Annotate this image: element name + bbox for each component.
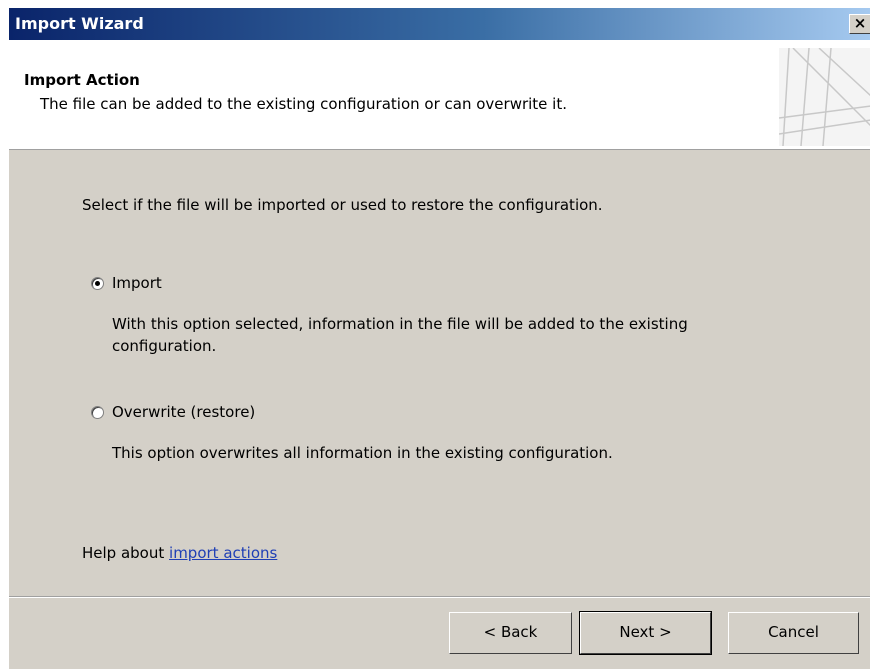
overwrite-option-label[interactable]: Overwrite (restore) — [112, 403, 255, 421]
page-subtitle: The file can be added to the existing co… — [40, 95, 567, 113]
help-prefix: Help about — [82, 544, 165, 562]
import-radio[interactable] — [91, 277, 104, 290]
radio-selected-dot — [95, 281, 100, 286]
instruction-text: Select if the file will be imported or u… — [82, 196, 603, 214]
next-button[interactable]: Next > — [579, 611, 712, 655]
import-actions-link[interactable]: import actions — [169, 544, 277, 562]
cancel-button[interactable]: Cancel — [728, 612, 859, 654]
import-wizard-window: Import Wizard × Import Action The file c… — [8, 8, 870, 669]
close-icon: × — [853, 14, 867, 32]
import-option-description-line1: With this option selected, information i… — [112, 315, 688, 333]
footer-divider-highlight — [9, 597, 870, 598]
window-title: Import Wizard — [15, 14, 144, 33]
back-button[interactable]: < Back — [449, 612, 572, 654]
title-bar[interactable]: Import Wizard × — [9, 8, 870, 40]
overwrite-option-description: This option overwrites all information i… — [112, 444, 613, 462]
import-option-label[interactable]: Import — [112, 274, 162, 292]
help-text: Help about import actions — [82, 544, 277, 562]
overwrite-radio[interactable] — [91, 406, 104, 419]
wizard-content: Select if the file will be imported or u… — [9, 150, 870, 590]
close-button[interactable]: × — [849, 14, 870, 34]
wizard-banner-graphic — [779, 48, 870, 146]
import-option-description-line2: configuration. — [112, 337, 217, 355]
wizard-header: Import Action The file can be added to t… — [9, 40, 870, 150]
page-title: Import Action — [24, 71, 140, 89]
